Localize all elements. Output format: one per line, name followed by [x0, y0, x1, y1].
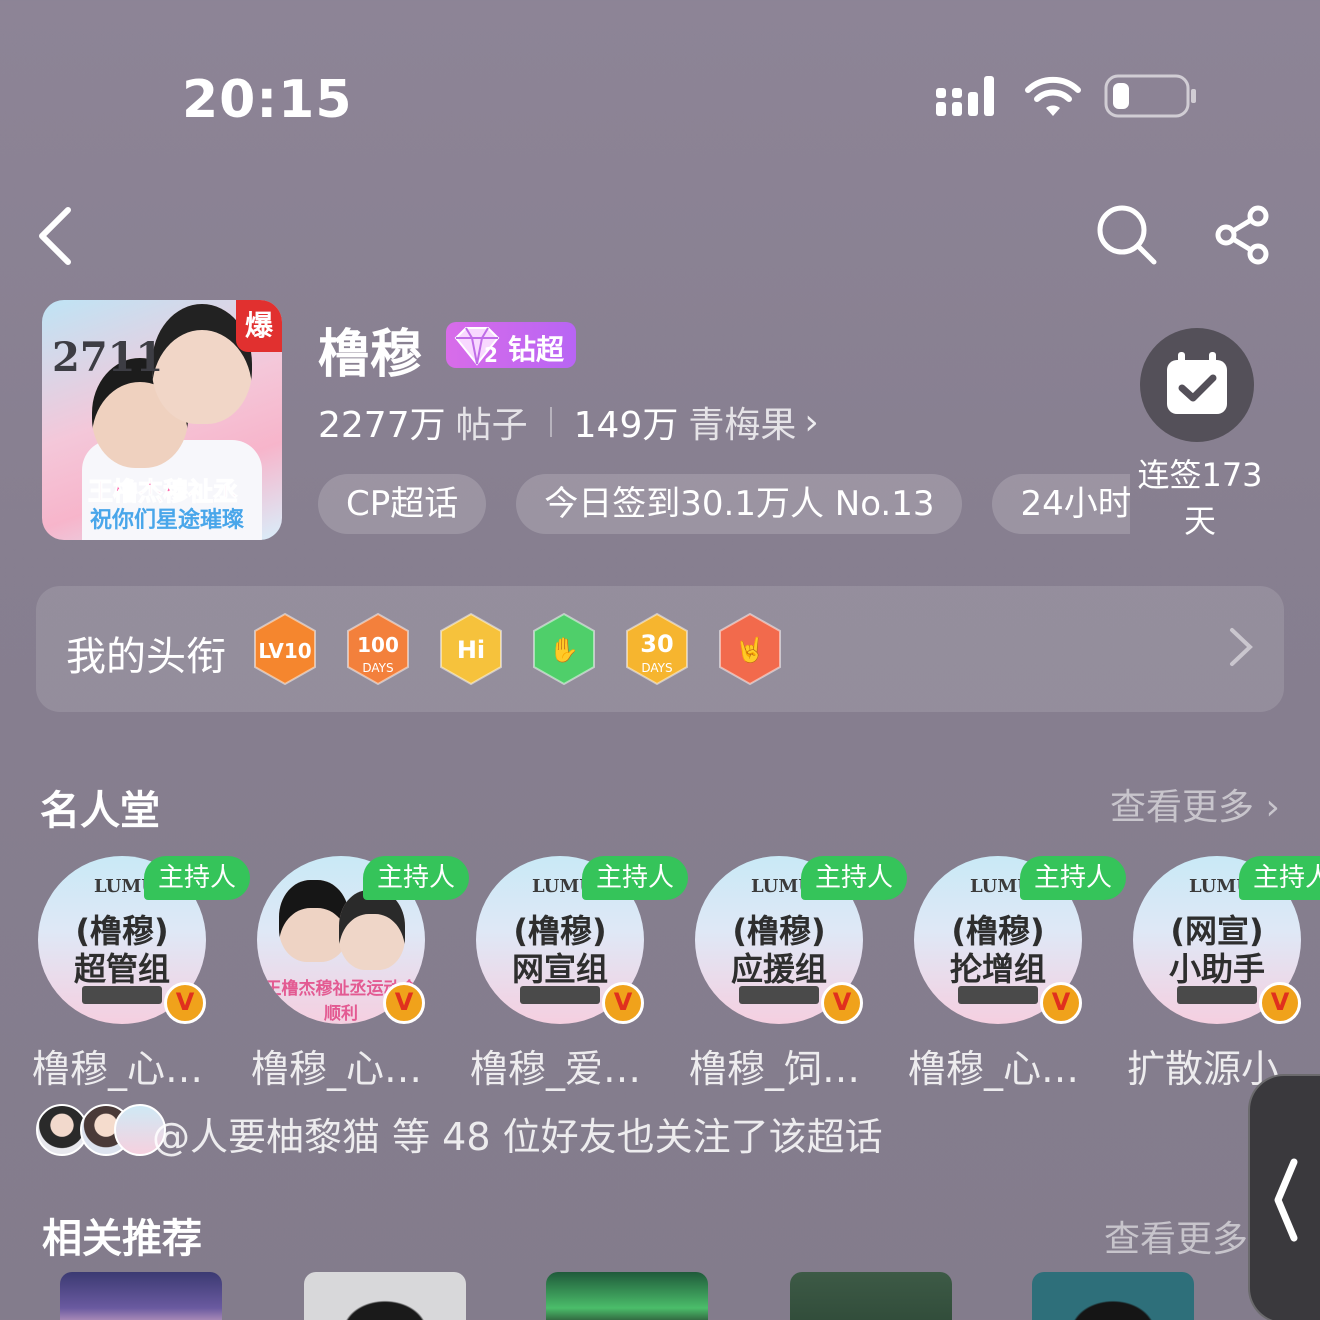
cover-number: 2711: [52, 334, 164, 381]
more-label: 查看更多: [1110, 787, 1255, 828]
verified-v-icon: V: [383, 982, 425, 1024]
share-icon[interactable]: [1212, 204, 1278, 266]
host-tag: 主持人: [363, 856, 470, 900]
related-thumb-5[interactable]: [1032, 1272, 1194, 1320]
30-days-badge[interactable]: 30 DAYS: [624, 612, 690, 686]
100-days-badge[interactable]: 100 DAYS: [345, 612, 411, 686]
related-title: 相关推荐: [42, 1216, 202, 1262]
side-panel-handle[interactable]: [1248, 1074, 1320, 1320]
chip-cp[interactable]: CP超话: [318, 474, 487, 534]
back-button[interactable]: [30, 200, 86, 270]
stats-divider: [549, 407, 552, 437]
level-badge[interactable]: LV10: [252, 612, 318, 686]
related-thumb-1[interactable]: [60, 1272, 222, 1320]
hall-member-avatar[interactable]: LUMU (橹穆) 超管组 主持人 V: [38, 856, 251, 1056]
plums-label: 青梅果: [688, 405, 797, 446]
hand-badge[interactable]: ✋: [531, 612, 597, 686]
hall-member-name[interactable]: 橹穆_心…: [251, 1038, 441, 1093]
related-thumb-2[interactable]: [304, 1272, 466, 1320]
chip-24h[interactable]: 24小时: [992, 474, 1130, 534]
topic-stats: 2277万 帖子 149万 青梅果 ›: [318, 396, 819, 448]
cover-caption-sub: 祝你们星途璀璨: [90, 508, 245, 533]
topic-title: 橹穆: [318, 325, 423, 385]
host-tag: 主持人: [801, 856, 908, 900]
posts-label: 帖子: [455, 405, 528, 446]
wifi-icon: [1025, 76, 1081, 116]
diamond-icon: 2: [454, 327, 500, 366]
badge-level: 2: [484, 343, 498, 366]
related-thumb-3[interactable]: [546, 1272, 708, 1320]
verified-v-icon: V: [1259, 982, 1301, 1024]
host-tag: 主持人: [1020, 856, 1127, 900]
hall-of-fame-more-link[interactable]: 查看更多 ›: [1110, 778, 1280, 830]
hall-of-fame-title: 名人堂: [40, 788, 160, 834]
topic-cover-image[interactable]: 2711 爆 王橹杰穆祉丞 祝你们星途璀璨: [42, 300, 282, 540]
checkin-streak: 连签173天: [1137, 456, 1263, 540]
related-more-link[interactable]: 查看更多: [1104, 1210, 1248, 1262]
hall-member-avatar[interactable]: LUMU (橹穆) 应援组 主持人 V: [695, 856, 908, 1056]
verified-v-icon: V: [821, 982, 863, 1024]
hi-badge[interactable]: Hi: [438, 612, 504, 686]
my-titles-label: 我的头衔: [66, 634, 226, 680]
status-time: 20:15: [182, 70, 353, 130]
svg-text:30: 30: [640, 630, 673, 658]
hall-member-name[interactable]: 橹穆_饲…: [689, 1038, 879, 1093]
chip-checkin-rank[interactable]: 今日签到30.1万人 No.13: [516, 474, 963, 534]
hall-member-name[interactable]: 橹穆_心…: [32, 1038, 222, 1093]
posts-count: 2277万: [318, 405, 446, 446]
friends-following-text[interactable]: @人要柚黎猫 等 48 位好友也关注了该超话: [152, 1106, 883, 1161]
hall-member-avatar[interactable]: LUMU (橹穆) 网宣组 主持人 V: [476, 856, 689, 1056]
svg-text:✋: ✋: [549, 636, 579, 664]
svg-text:DAYS: DAYS: [641, 661, 672, 675]
svg-text:DAYS: DAYS: [362, 661, 393, 675]
host-tag: 主持人: [582, 856, 689, 900]
verified-v-icon: V: [602, 982, 644, 1024]
tag-chips: CP超话 今日签到30.1万人 No.13 24小时: [318, 474, 1130, 534]
svg-text:Hi: Hi: [457, 636, 485, 664]
chevron-right-icon: [1230, 628, 1253, 666]
friends-avatars[interactable]: [36, 1104, 166, 1156]
search-icon[interactable]: [1094, 202, 1160, 268]
calendar-check-icon: [1167, 352, 1227, 414]
hot-tag: 爆: [236, 300, 282, 352]
verified-v-icon: V: [164, 982, 206, 1024]
chevron-right-icon: ›: [1254, 787, 1280, 828]
related-thumb-4[interactable]: [790, 1272, 952, 1320]
chevron-right-icon: ›: [804, 401, 819, 443]
checkin-button[interactable]: [1140, 328, 1254, 442]
hall-member-name[interactable]: 橹穆_心…: [908, 1038, 1098, 1093]
hall-member-avatar[interactable]: 王橹杰穆祉丞运动会顺利 主持人 V: [257, 856, 470, 1056]
badge-label: 钻超: [508, 333, 565, 366]
hall-member-avatar[interactable]: LUMU (橹穆) 抡增组 主持人 V: [914, 856, 1127, 1056]
hall-member-name[interactable]: 橹穆_爱…: [470, 1038, 660, 1093]
hall-member-avatar[interactable]: LUMU (网宣) 小助手 主持人 V: [1133, 856, 1320, 1056]
super-badge[interactable]: 2 钻超: [446, 322, 576, 368]
svg-text:LV10: LV10: [258, 639, 311, 663]
plums-link[interactable]: 149万 青梅果 ›: [574, 396, 819, 448]
svg-text:100: 100: [357, 633, 399, 657]
chevron-left-icon: [1274, 1158, 1298, 1242]
svg-text:🤘: 🤘: [735, 635, 765, 664]
verified-v-icon: V: [1040, 982, 1082, 1024]
host-tag: 主持人: [144, 856, 251, 900]
plums-count: 149万: [573, 405, 679, 446]
rock-hand-badge[interactable]: 🤘: [717, 612, 783, 686]
signal-icon: [936, 76, 994, 116]
battery-icon: [1104, 74, 1196, 118]
host-tag: 主持人: [1239, 856, 1320, 900]
